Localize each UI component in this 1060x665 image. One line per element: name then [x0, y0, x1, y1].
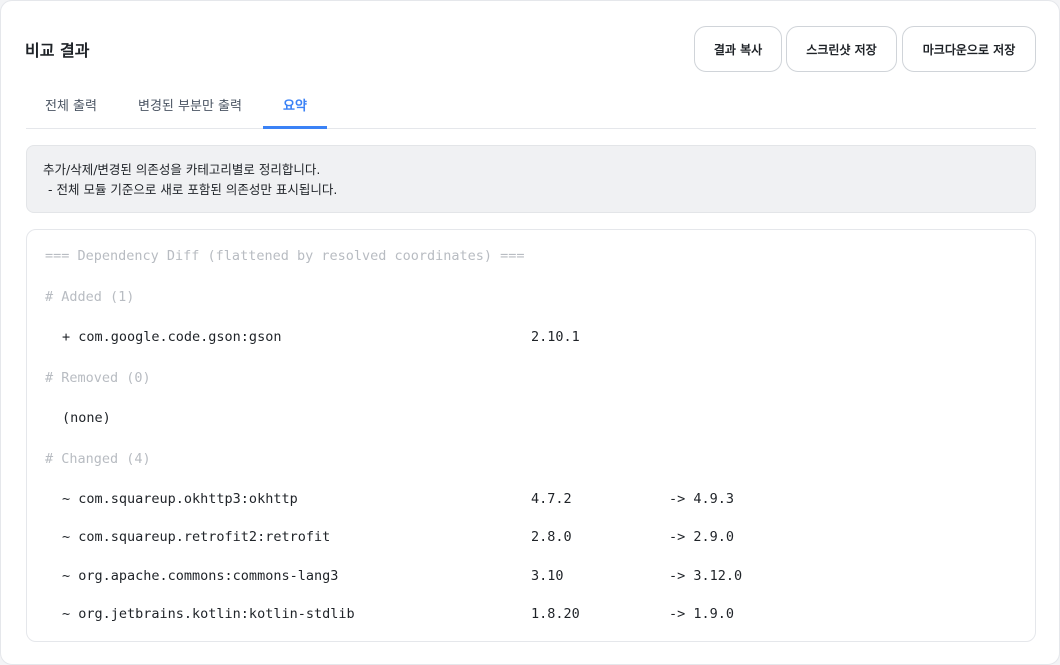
- tab-full-output[interactable]: 전체 출력: [26, 83, 116, 128]
- removed-heading: # Removed (0): [45, 370, 151, 386]
- dependency-name: ~ com.squareup.okhttp3:okhttp: [62, 491, 298, 507]
- new-version: -> 3.12.0: [669, 568, 743, 584]
- dependency-version: 2.10.1: [531, 329, 580, 345]
- changed-row: ~ com.squareup.retrofit2:retrofit 2.8.0 …: [27, 529, 1035, 549]
- old-version: 2.8.0: [531, 529, 572, 545]
- new-version: -> 1.9.0: [669, 606, 735, 622]
- changed-heading: # Changed (4): [45, 451, 151, 467]
- changed-row: ~ org.apache.commons:commons-lang3 3.10 …: [27, 568, 1035, 588]
- dependency-name: ~ com.squareup.retrofit2:retrofit: [62, 529, 331, 545]
- copy-result-button[interactable]: 결과 복사: [694, 26, 782, 72]
- new-version: -> 4.9.3: [669, 491, 735, 507]
- tab-bar: 전체 출력 변경된 부분만 출력 요약: [26, 83, 1036, 129]
- removed-none: (none): [62, 410, 111, 426]
- info-box: 추가/삭제/변경된 의존성을 카테고리별로 정리합니다. - 전체 모듈 기준으…: [26, 145, 1036, 213]
- dependency-name: + com.google.code.gson:gson: [62, 329, 282, 345]
- info-line-1: 추가/삭제/변경된 의존성을 카테고리별로 정리합니다.: [43, 162, 321, 177]
- dependency-name: ~ org.apache.commons:commons-lang3: [62, 568, 339, 584]
- old-version: 1.8.20: [531, 606, 580, 622]
- added-row: + com.google.code.gson:gson 2.10.1: [27, 329, 1035, 349]
- added-heading: # Added (1): [45, 289, 135, 305]
- removed-row: (none): [27, 410, 1035, 430]
- diff-output: === Dependency Diff (flattened by resolv…: [26, 229, 1036, 642]
- changed-row: ~ com.squareup.okhttp3:okhttp 4.7.2 -> 4…: [27, 491, 1035, 511]
- info-line-2: - 전체 모듈 기준으로 새로 포함된 의존성만 표시됩니다.: [48, 182, 338, 197]
- page-title: 비교 결과: [25, 41, 90, 60]
- tab-changed-only[interactable]: 변경된 부분만 출력: [130, 83, 250, 128]
- old-version: 3.10: [531, 568, 564, 584]
- save-screenshot-button[interactable]: 스크린샷 저장: [786, 26, 897, 72]
- new-version: -> 2.9.0: [669, 529, 735, 545]
- old-version: 4.7.2: [531, 491, 572, 507]
- dependency-name: ~ org.jetbrains.kotlin:kotlin-stdlib: [62, 606, 355, 622]
- changed-row: ~ org.jetbrains.kotlin:kotlin-stdlib 1.8…: [27, 606, 1035, 626]
- result-card: 비교 결과 결과 복사 스크린샷 저장 마크다운으로 저장 전체 출력 변경된 …: [0, 0, 1060, 665]
- tab-summary[interactable]: 요약: [263, 83, 327, 129]
- diff-heading: === Dependency Diff (flattened by resolv…: [45, 248, 525, 264]
- save-markdown-button[interactable]: 마크다운으로 저장: [902, 26, 1036, 72]
